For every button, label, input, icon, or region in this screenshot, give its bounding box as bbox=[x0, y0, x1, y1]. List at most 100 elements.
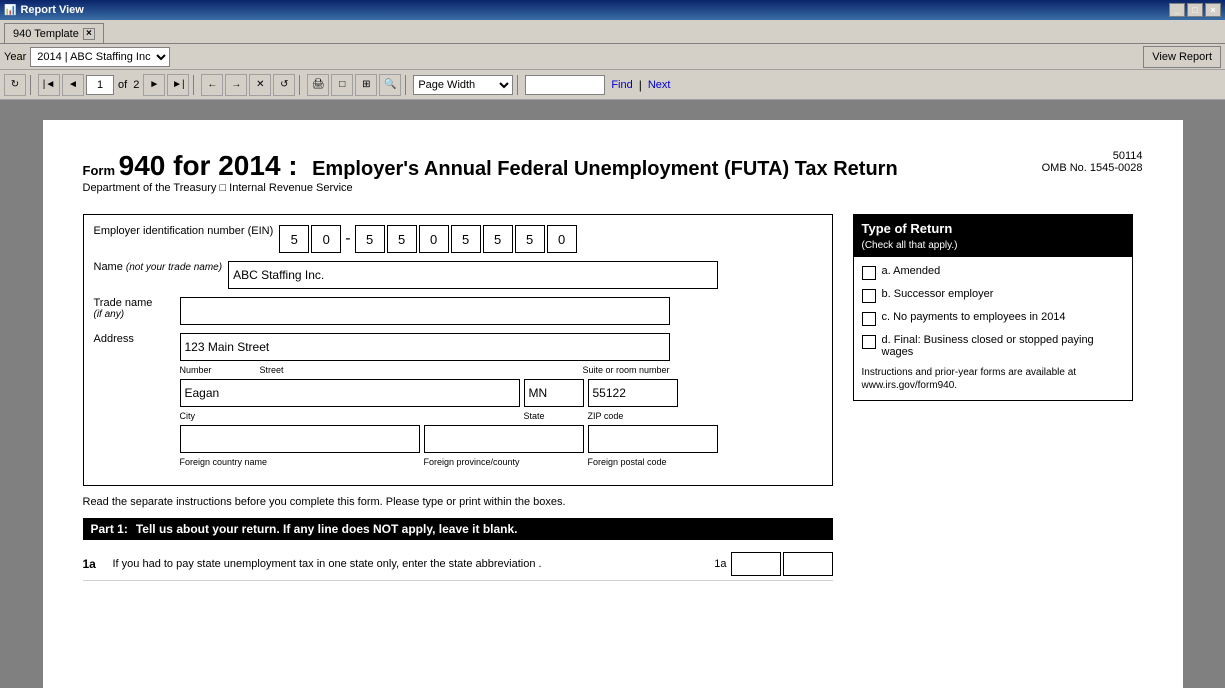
window-title: Report View bbox=[20, 4, 83, 16]
find-input[interactable] bbox=[525, 75, 605, 95]
addr-number-label: Number bbox=[180, 365, 260, 375]
address-label: Address bbox=[94, 333, 174, 345]
minimize-button[interactable]: _ bbox=[1169, 3, 1185, 17]
first-page-button[interactable]: |◄ bbox=[38, 74, 60, 96]
foreign-country-input[interactable] bbox=[180, 425, 420, 453]
tor-checkbox-d[interactable] bbox=[862, 335, 876, 349]
line-1a-box-1[interactable] bbox=[731, 552, 781, 576]
omb-number: 50114 bbox=[1042, 150, 1143, 162]
tor-item-c: c. No payments to employees in 2014 bbox=[862, 311, 1124, 326]
line-1a-text: If you had to pay state unemployment tax… bbox=[113, 558, 697, 570]
address-input[interactable] bbox=[180, 333, 670, 361]
refresh-button[interactable]: ↻ bbox=[4, 74, 26, 96]
back-button[interactable]: ← bbox=[201, 74, 223, 96]
last-page-button[interactable]: ►| bbox=[167, 74, 189, 96]
page-total: 2 bbox=[131, 79, 141, 91]
page-number-input[interactable] bbox=[86, 75, 114, 95]
tor-title: Type of Return bbox=[862, 221, 953, 236]
foreign-province-input[interactable] bbox=[424, 425, 584, 453]
ein-digit-9[interactable]: 0 bbox=[547, 225, 577, 253]
ein-container: 5 0 - 5 5 0 5 5 5 0 bbox=[279, 225, 576, 253]
tor-item-d: d. Final: Business closed or stopped pay… bbox=[862, 334, 1124, 358]
next-link[interactable]: Next bbox=[644, 79, 675, 91]
tor-checkbox-b[interactable] bbox=[862, 289, 876, 303]
maximize-button[interactable]: □ bbox=[1187, 3, 1203, 17]
state-label: State bbox=[524, 411, 584, 421]
name-row: Name (not your trade name) bbox=[94, 261, 822, 289]
ein-digit-8[interactable]: 5 bbox=[515, 225, 545, 253]
separator-1 bbox=[30, 75, 34, 95]
zoom-select[interactable]: Page Width bbox=[413, 75, 513, 95]
forward-button[interactable]: → bbox=[225, 74, 247, 96]
city-state-labels: City State ZIP code bbox=[180, 411, 718, 421]
form-number: Form 940 for 2014 : Employer's Annual Fe… bbox=[83, 150, 1042, 182]
city-label: City bbox=[180, 411, 520, 421]
city-state-row bbox=[180, 379, 718, 407]
city-input[interactable] bbox=[180, 379, 520, 407]
ein-digit-7[interactable]: 5 bbox=[483, 225, 513, 253]
prev-page-button[interactable]: ◄ bbox=[62, 74, 84, 96]
multi-page-button[interactable]: ⊞ bbox=[355, 74, 377, 96]
foreign-postal-input[interactable] bbox=[588, 425, 718, 453]
form-body: Employer identification number (EIN) 5 0… bbox=[83, 214, 1143, 581]
ein-digit-3[interactable]: 5 bbox=[355, 225, 385, 253]
line-1a-boxes bbox=[731, 552, 833, 576]
separator-3 bbox=[299, 75, 303, 95]
type-of-return-panel: Type of Return (Check all that apply.) a… bbox=[853, 214, 1133, 401]
foreign-row bbox=[180, 425, 718, 453]
ein-digit-1[interactable]: 5 bbox=[279, 225, 309, 253]
tor-subheader: (Check all that apply.) bbox=[862, 240, 958, 251]
content-area: Form 940 for 2014 : Employer's Annual Fe… bbox=[0, 100, 1225, 688]
tor-checkbox-c[interactable] bbox=[862, 312, 876, 326]
address-row: Address Number Street Suite or room numb… bbox=[94, 333, 822, 467]
form-main-title: Employer's Annual Federal Unemployment (… bbox=[312, 158, 898, 180]
right-panel-wrapper: Type of Return (Check all that apply.) a… bbox=[853, 214, 1143, 581]
ein-row: Employer identification number (EIN) 5 0… bbox=[94, 225, 822, 253]
zip-input[interactable] bbox=[588, 379, 678, 407]
stop-button[interactable]: ✕ bbox=[249, 74, 271, 96]
ein-digit-5[interactable]: 0 bbox=[419, 225, 449, 253]
form-subtitle: Department of the Treasury □ Internal Re… bbox=[83, 182, 1042, 194]
reload-button[interactable]: ↺ bbox=[273, 74, 295, 96]
next-page-button[interactable]: ► bbox=[143, 74, 165, 96]
omb-label: OMB No. 1545-0028 bbox=[1042, 162, 1143, 174]
form-title-area: Form 940 for 2014 : Employer's Annual Fe… bbox=[83, 150, 1042, 194]
view-report-button[interactable]: View Report bbox=[1143, 46, 1221, 68]
foreign-country-label: Foreign country name bbox=[180, 457, 420, 467]
addr-street-label: Street bbox=[260, 365, 460, 375]
trade-name-row: Trade name (if any) bbox=[94, 297, 822, 325]
ein-digit-4[interactable]: 5 bbox=[387, 225, 417, 253]
year-bar: Year 2014 | ABC Staffing Inc. View Repor… bbox=[0, 44, 1225, 70]
window-controls: _ □ × bbox=[1169, 3, 1221, 17]
form-fields-area: Employer identification number (EIN) 5 0… bbox=[83, 214, 833, 581]
year-select[interactable]: 2014 | ABC Staffing Inc. bbox=[30, 47, 170, 67]
tor-checkbox-a[interactable] bbox=[862, 266, 876, 280]
zoom-button[interactable]: 🔍 bbox=[379, 74, 401, 96]
tab-940-template[interactable]: 940 Template × bbox=[4, 23, 104, 43]
print-button[interactable]: 🖨 bbox=[307, 74, 329, 96]
year-label: Year bbox=[4, 51, 26, 63]
name-label: Name (not your trade name) bbox=[94, 261, 223, 273]
state-input[interactable] bbox=[524, 379, 584, 407]
tor-item-a: a. Amended bbox=[862, 265, 1124, 280]
ein-digit-2[interactable]: 0 bbox=[311, 225, 341, 253]
tab-bar: 940 Template × bbox=[0, 20, 1225, 44]
single-page-button[interactable]: □ bbox=[331, 74, 353, 96]
app-icon: 📊 bbox=[4, 5, 16, 16]
ein-dash: - bbox=[345, 230, 350, 248]
address-section: Number Street Suite or room number bbox=[180, 333, 718, 467]
tor-body: a. Amended b. Successor employer c. No p… bbox=[854, 257, 1132, 400]
trade-name-input[interactable] bbox=[180, 297, 670, 325]
close-button[interactable]: × bbox=[1205, 3, 1221, 17]
name-input[interactable] bbox=[228, 261, 718, 289]
form-fields-box: Employer identification number (EIN) 5 0… bbox=[83, 214, 833, 486]
foreign-province-label: Foreign province/county bbox=[424, 457, 584, 467]
line-1a-box-2[interactable] bbox=[783, 552, 833, 576]
tor-label-a: a. Amended bbox=[882, 265, 941, 277]
ein-digit-6[interactable]: 5 bbox=[451, 225, 481, 253]
find-link[interactable]: Find bbox=[607, 79, 636, 91]
tor-label-b: b. Successor employer bbox=[882, 288, 994, 300]
part1-label: Part 1: bbox=[91, 522, 128, 536]
tab-close-button[interactable]: × bbox=[83, 28, 95, 40]
line-1a-ref: 1a bbox=[697, 558, 727, 570]
